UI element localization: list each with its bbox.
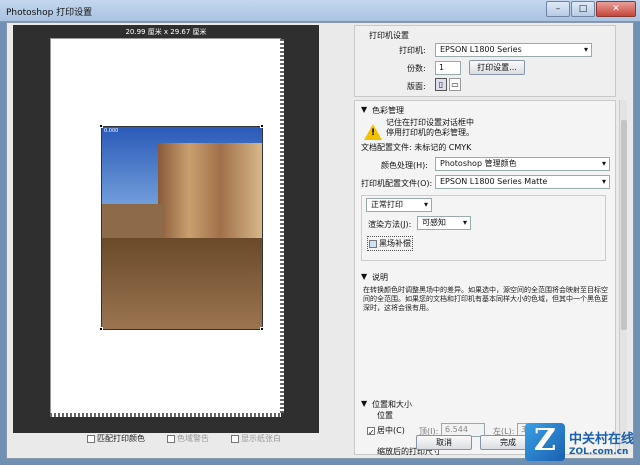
layout-label: 版面: bbox=[407, 82, 426, 91]
watermark: Z 中关村在线 ZOL.com.cn bbox=[524, 423, 634, 461]
dialog-body: 20.99 厘米 x 29.67 厘米 0.000 匹配打印颜色 色域警告 显示… bbox=[6, 22, 634, 459]
zol-logo-icon: Z bbox=[524, 423, 565, 461]
printer-profile-label: 打印机配置文件(O): bbox=[361, 179, 433, 188]
print-mode-group: 正常打印 渲染方法(J): 可感知 黑场补偿 bbox=[361, 195, 606, 261]
scrollbar[interactable] bbox=[619, 100, 627, 455]
paper-size-label: 20.99 厘米 x 29.67 厘米 bbox=[125, 28, 207, 36]
preview-photo[interactable]: 0.000 bbox=[101, 126, 263, 330]
paper-sheet: 0.000 bbox=[50, 38, 284, 417]
warning-icon: ! bbox=[364, 124, 382, 140]
section-title: 打印机设置 bbox=[369, 31, 409, 40]
center-option[interactable]: ✓ 居中(C) bbox=[367, 425, 405, 437]
cancel-button[interactable]: 取消 bbox=[416, 435, 472, 450]
position-size-title: 位置和大小 bbox=[372, 400, 412, 409]
printer-label: 打印机: bbox=[399, 46, 426, 55]
gamut-warning-option: 色域警告 bbox=[167, 433, 209, 444]
black-point-compensation[interactable]: 黑场补偿 bbox=[367, 236, 413, 251]
print-preview: 20.99 厘米 x 29.67 厘米 0.000 bbox=[13, 25, 319, 433]
title-bar: Photoshop 打印设置 – □ ✕ bbox=[0, 0, 640, 22]
rendering-label: 渲染方法(J): bbox=[368, 220, 412, 229]
match-colors-option[interactable]: 匹配打印颜色 bbox=[87, 433, 145, 444]
warning-line-2: 停用打印机的色彩管理。 bbox=[386, 128, 474, 137]
rendering-select[interactable]: 可感知 bbox=[417, 216, 471, 230]
triangle-down-icon[interactable]: ▼ bbox=[361, 399, 367, 408]
options-group: ▼ 色彩管理 ! 记住在打印设置对话框中 停用打印机的色彩管理。 文档配置文件:… bbox=[354, 100, 616, 456]
color-handling-label: 颜色处理(H): bbox=[381, 161, 428, 170]
print-settings-button[interactable]: 打印设置... bbox=[469, 60, 525, 75]
color-management-title: 色彩管理 bbox=[372, 106, 404, 115]
triangle-down-icon[interactable]: ▼ bbox=[361, 105, 367, 114]
resize-handle[interactable] bbox=[99, 124, 103, 128]
resize-handle[interactable] bbox=[260, 124, 264, 128]
printer-select[interactable]: EPSON L1800 Series bbox=[435, 43, 592, 57]
resize-handle[interactable] bbox=[99, 327, 103, 331]
resize-handle[interactable] bbox=[260, 327, 264, 331]
document-profile: 文档配置文件: 未标记的 CMYK bbox=[361, 143, 472, 152]
minimize-button[interactable]: – bbox=[546, 1, 570, 17]
close-button[interactable]: ✕ bbox=[596, 1, 636, 17]
color-handling-select[interactable]: Photoshop 管理颜色 bbox=[435, 157, 610, 171]
portrait-icon[interactable]: ▯ bbox=[435, 78, 447, 91]
printer-profile-select[interactable]: EPSON L1800 Series Matte bbox=[435, 175, 610, 189]
printer-setup-group: 打印机设置 打印机: EPSON L1800 Series 份数: 1 打印设置… bbox=[354, 25, 616, 97]
window-title: Photoshop 打印设置 bbox=[6, 8, 93, 18]
position-label: 位置 bbox=[377, 411, 393, 420]
copies-input[interactable]: 1 bbox=[435, 61, 461, 75]
landscape-icon[interactable]: ▭ bbox=[449, 78, 461, 91]
copies-label: 份数: bbox=[407, 64, 426, 73]
photo-tag: 0.000 bbox=[104, 128, 119, 134]
description-title: 说明 bbox=[372, 273, 388, 282]
show-paper-white-option: 显示纸张白 bbox=[231, 433, 281, 444]
description-text: 在转换颜色时调整黑场中的差异。如果选中，源空间的全范围将会映射至目标空间的全范围… bbox=[363, 286, 608, 312]
maximize-button[interactable]: □ bbox=[571, 1, 595, 17]
checkbox[interactable] bbox=[87, 434, 95, 443]
print-mode-select[interactable]: 正常打印 bbox=[366, 198, 432, 212]
settings-panel: 打印机设置 打印机: EPSON L1800 Series 份数: 1 打印设置… bbox=[354, 25, 627, 456]
triangle-down-icon[interactable]: ▼ bbox=[361, 272, 367, 281]
terrace bbox=[102, 238, 262, 329]
